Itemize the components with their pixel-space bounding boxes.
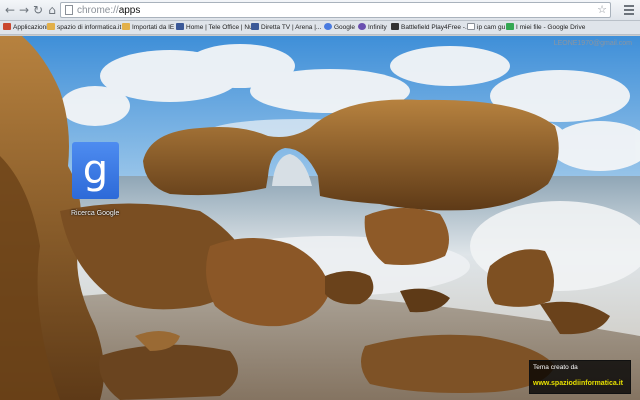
bookmark-tele-office[interactable]: Home | Tele Office | Nu... xyxy=(176,22,258,34)
back-button-icon[interactable]: ← xyxy=(3,3,17,17)
bookmark-diretta-tv[interactable]: Diretta TV | Arena |... xyxy=(251,22,321,34)
app-name: Ricerca Google xyxy=(71,210,120,217)
theme-credit-link[interactable]: www.spaziodiinformatica.it xyxy=(533,380,623,387)
url-scheme: chrome:// xyxy=(77,5,119,16)
page-icon xyxy=(467,23,475,30)
bookmark-label: Infinity xyxy=(368,24,387,31)
bookmark-apps[interactable]: Applicazioni xyxy=(3,22,48,34)
tv-icon xyxy=(251,23,259,30)
bookmark-label: Importati da IE xyxy=(132,24,175,31)
bookmark-importati-da-ie[interactable]: Importati da IE xyxy=(122,22,174,34)
address-bar[interactable]: chrome://apps ☆ xyxy=(60,2,611,18)
home-button-icon[interactable]: ⌂ xyxy=(45,3,59,17)
bookmark-label: Battlefield Play4Free -... xyxy=(401,24,471,31)
bookmark-star-icon[interactable]: ☆ xyxy=(597,3,607,17)
bookmark-label: I miei file - Google Drive xyxy=(516,24,586,31)
forward-button-icon[interactable]: → xyxy=(17,3,31,17)
apps-grid-icon xyxy=(3,23,11,30)
user-label[interactable]: LEONE1970@gmail.com xyxy=(554,40,632,47)
bookmark-google-drive[interactable]: I miei file - Google Drive xyxy=(506,22,585,34)
bookmark-ip-cam[interactable]: ip cam gu xyxy=(467,22,505,34)
bookmark-battlefield[interactable]: Battlefield Play4Free -... xyxy=(391,22,470,34)
bookmark-label: spazio di informatica.it xyxy=(57,24,122,31)
apps-page: LEONE1970@gmail.com g Ricerca Google Tem… xyxy=(0,36,640,400)
google-g-glyph: g xyxy=(82,147,109,193)
drive-icon xyxy=(506,23,514,30)
bookmark-label: ip cam gu xyxy=(477,24,506,31)
folder-icon xyxy=(122,23,130,30)
bookmark-infinity[interactable]: Infinity xyxy=(358,22,387,34)
google-icon xyxy=(324,23,332,30)
url-host: apps xyxy=(118,5,141,16)
reload-button-icon[interactable]: ↻ xyxy=(31,3,45,17)
theme-credit: Tema creato da www.spaziodiinformatica.i… xyxy=(529,360,631,394)
google-search-icon[interactable]: g xyxy=(72,142,119,199)
bookmark-label: Home | Tele Office | Nu... xyxy=(186,24,259,31)
chrome-menu-icon[interactable] xyxy=(624,5,634,15)
app-tile-ricerca-google[interactable]: g Ricerca Google xyxy=(71,142,120,226)
bookmarks-bar: Applicazioni spazio di informatica.it Im… xyxy=(0,21,640,35)
folder-icon xyxy=(47,23,55,30)
theme-credit-label: Tema creato da xyxy=(533,364,578,371)
page-icon xyxy=(176,23,184,30)
page-icon xyxy=(65,5,73,15)
bookmark-label: Applicazioni xyxy=(13,24,48,31)
bookmark-label: Google xyxy=(334,24,355,31)
bookmark-spazio-di-informatica[interactable]: spazio di informatica.it xyxy=(47,22,121,34)
bookmark-label: Diretta TV | Arena |... xyxy=(261,24,322,31)
infinity-icon xyxy=(358,23,366,30)
battlefield-icon xyxy=(391,23,399,30)
browser-toolbar: ← → ↻ ⌂ chrome://apps ☆ xyxy=(0,0,640,21)
url-text[interactable]: chrome://apps xyxy=(77,4,140,17)
bookmark-google[interactable]: Google xyxy=(324,22,355,34)
